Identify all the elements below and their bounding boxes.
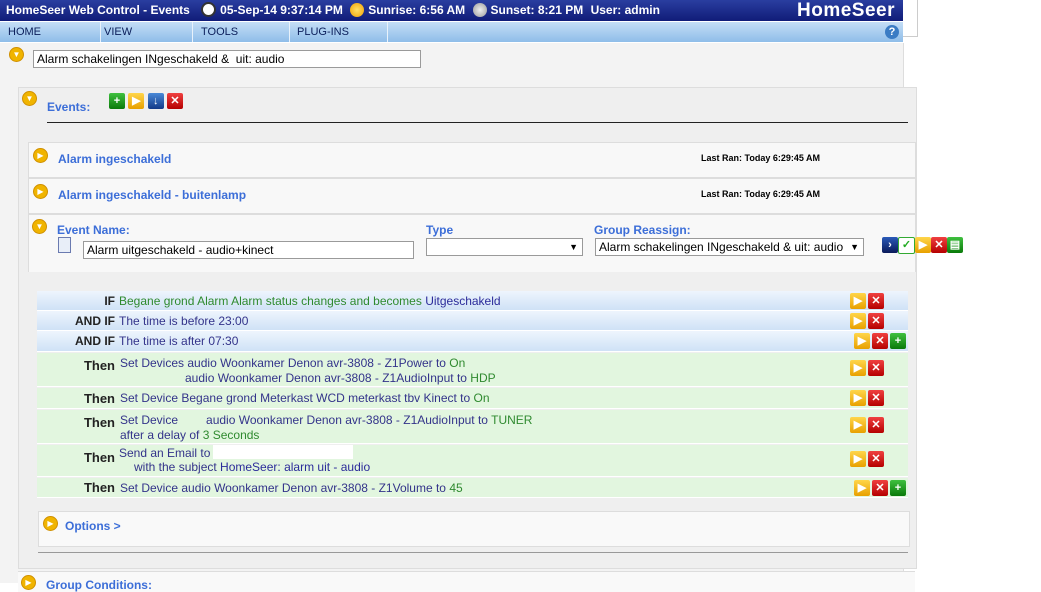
action-keyword: Then [83,450,115,465]
redacted-email [213,445,353,459]
action-keyword: Then [83,391,115,406]
app-title: HomeSeer Web Control - Events [6,3,190,17]
events-label: Events: [47,100,91,114]
sunset: Sunset: 8:21 PM [490,3,584,17]
event-name[interactable]: Alarm ingeschakeld [58,152,171,166]
collapse-event-icon[interactable]: ▼ [32,219,47,234]
delete-event-button[interactable]: ✕ [931,237,947,253]
edit-button[interactable]: ▶ [854,333,870,349]
edit-button[interactable]: ▶ [850,451,866,467]
event-name-input[interactable] [83,241,414,259]
edit-button[interactable]: ▶ [850,390,866,406]
type-label: Type [426,223,454,237]
next-button[interactable]: › [882,237,898,253]
delete-button[interactable]: ✕ [868,360,884,376]
header-bar: HomeSeer Web Control - Events 05-Sep-14 … [0,0,903,21]
condition-text: Begane grond Alarm Alarm status changes … [119,294,426,308]
action-row[interactable]: Then Set Device Begane grond Meterkast W… [37,388,908,409]
add-event-button[interactable]: + [109,93,125,109]
delete-button[interactable]: ✕ [868,313,884,329]
homeseer-logo: HomeSeer [797,0,895,21]
user: User: admin [590,3,660,17]
collapse-group-icon[interactable]: ▼ [9,47,24,62]
edit-button[interactable]: ▶ [850,313,866,329]
delete-button[interactable]: ✕ [872,480,888,496]
delete-group-button[interactable]: ✕ [167,93,184,109]
help-icon[interactable]: ? [885,25,899,39]
delete-button[interactable]: ✕ [868,417,884,433]
group-name-input[interactable] [33,50,421,68]
edit-button[interactable]: ▶ [854,480,870,496]
divider [38,552,908,553]
expand-icon[interactable]: ▶ [33,148,48,163]
condition-row[interactable]: AND IF The time is before 23:00 ▶ ✕ [37,311,908,331]
group-conditions-label[interactable]: Group Conditions: [46,578,152,592]
condition-keyword: AND IF [75,334,115,348]
document-icon[interactable] [58,237,71,253]
action-row[interactable]: Then Send an Email to with the subject H… [37,445,908,477]
condition-keyword: AND IF [75,314,115,328]
group-reassign-select[interactable]: Alarm schakelingen INgeschakeld & uit: a… [595,238,864,256]
nav-plugins[interactable]: PLUG-INS [289,22,388,42]
save-check-button[interactable]: ✓ [898,237,915,254]
condition-keyword: IF [104,294,115,308]
condition-text: The time is before 23:00 [119,314,249,328]
condition-row[interactable]: AND IF The time is after 07:30 ▶ ✕ + [37,331,908,352]
moon-icon [472,3,487,17]
condition-row[interactable]: IF Begane grond Alarm Alarm status chang… [37,291,908,311]
event-name-label: Event Name: [57,223,130,237]
delete-button[interactable]: ✕ [872,333,888,349]
action-keyword: Then [83,480,115,495]
expand-icon[interactable]: ▶ [33,184,48,199]
action-row[interactable]: Then Set Device audio Woonkamer Denon avr… [37,410,908,444]
condition-value: Uitgeschakeld [425,294,501,308]
event-row[interactable]: ▶ Alarm ingeschakeld - buitenlamp Last R… [28,178,916,214]
edit-button[interactable]: ▶ [850,417,866,433]
clock-icon [201,2,217,17]
sun-icon [350,3,365,17]
expand-options-icon[interactable]: ▶ [43,516,58,531]
options-link[interactable]: Options > [65,519,121,533]
add-condition-button[interactable]: + [890,333,906,349]
edit-button[interactable]: ▶ [850,360,866,376]
type-select[interactable]: ▼ [426,238,583,256]
datetime: 05-Sep-14 9:37:14 PM [220,3,343,17]
copy-event-button[interactable]: ▤ [947,237,963,253]
header-edge [903,0,918,37]
nav-home[interactable]: HOME [0,22,101,42]
options-panel: ▶ Options > [38,511,910,547]
delete-button[interactable]: ✕ [868,293,884,309]
event-name[interactable]: Alarm ingeschakeld - buitenlamp [58,188,246,202]
run-button[interactable]: ▶ [915,237,931,253]
event-row[interactable]: ▶ Alarm ingeschakeld Last Ran: Today 6:2… [28,142,916,178]
nav-tools[interactable]: TOOLS [193,22,290,42]
sunrise: Sunrise: 6:56 AM [368,3,466,17]
edit-button[interactable]: ▶ [850,293,866,309]
group-reassign-label: Group Reassign: [594,223,691,237]
action-row[interactable]: Then Set Device audio Woonkamer Denon av… [37,478,908,498]
nav-bar: HOME VIEW TOOLS PLUG-INS ? [0,22,903,42]
action-keyword: Then [83,415,115,430]
last-ran: Last Ran: Today 6:29:45 AM [701,153,821,163]
divider [47,122,908,123]
action-row[interactable]: Then Set Devices audio Woonkamer Denon a… [37,353,908,387]
condition-text: The time is after 07:30 [119,334,239,348]
add-action-button[interactable]: + [890,480,906,496]
run-event-button[interactable]: ▶ [128,93,145,109]
action-keyword: Then [83,358,115,373]
delete-button[interactable]: ✕ [868,390,884,406]
nav-view[interactable]: VIEW [96,22,193,42]
delete-button[interactable]: ✕ [868,451,884,467]
collapse-events-icon[interactable]: ▼ [22,91,37,106]
last-ran: Last Ran: Today 6:29:45 AM [701,189,821,199]
import-event-button[interactable]: ↓ [147,93,164,109]
next-group-row[interactable]: ▶ Group Conditions: [18,571,915,592]
